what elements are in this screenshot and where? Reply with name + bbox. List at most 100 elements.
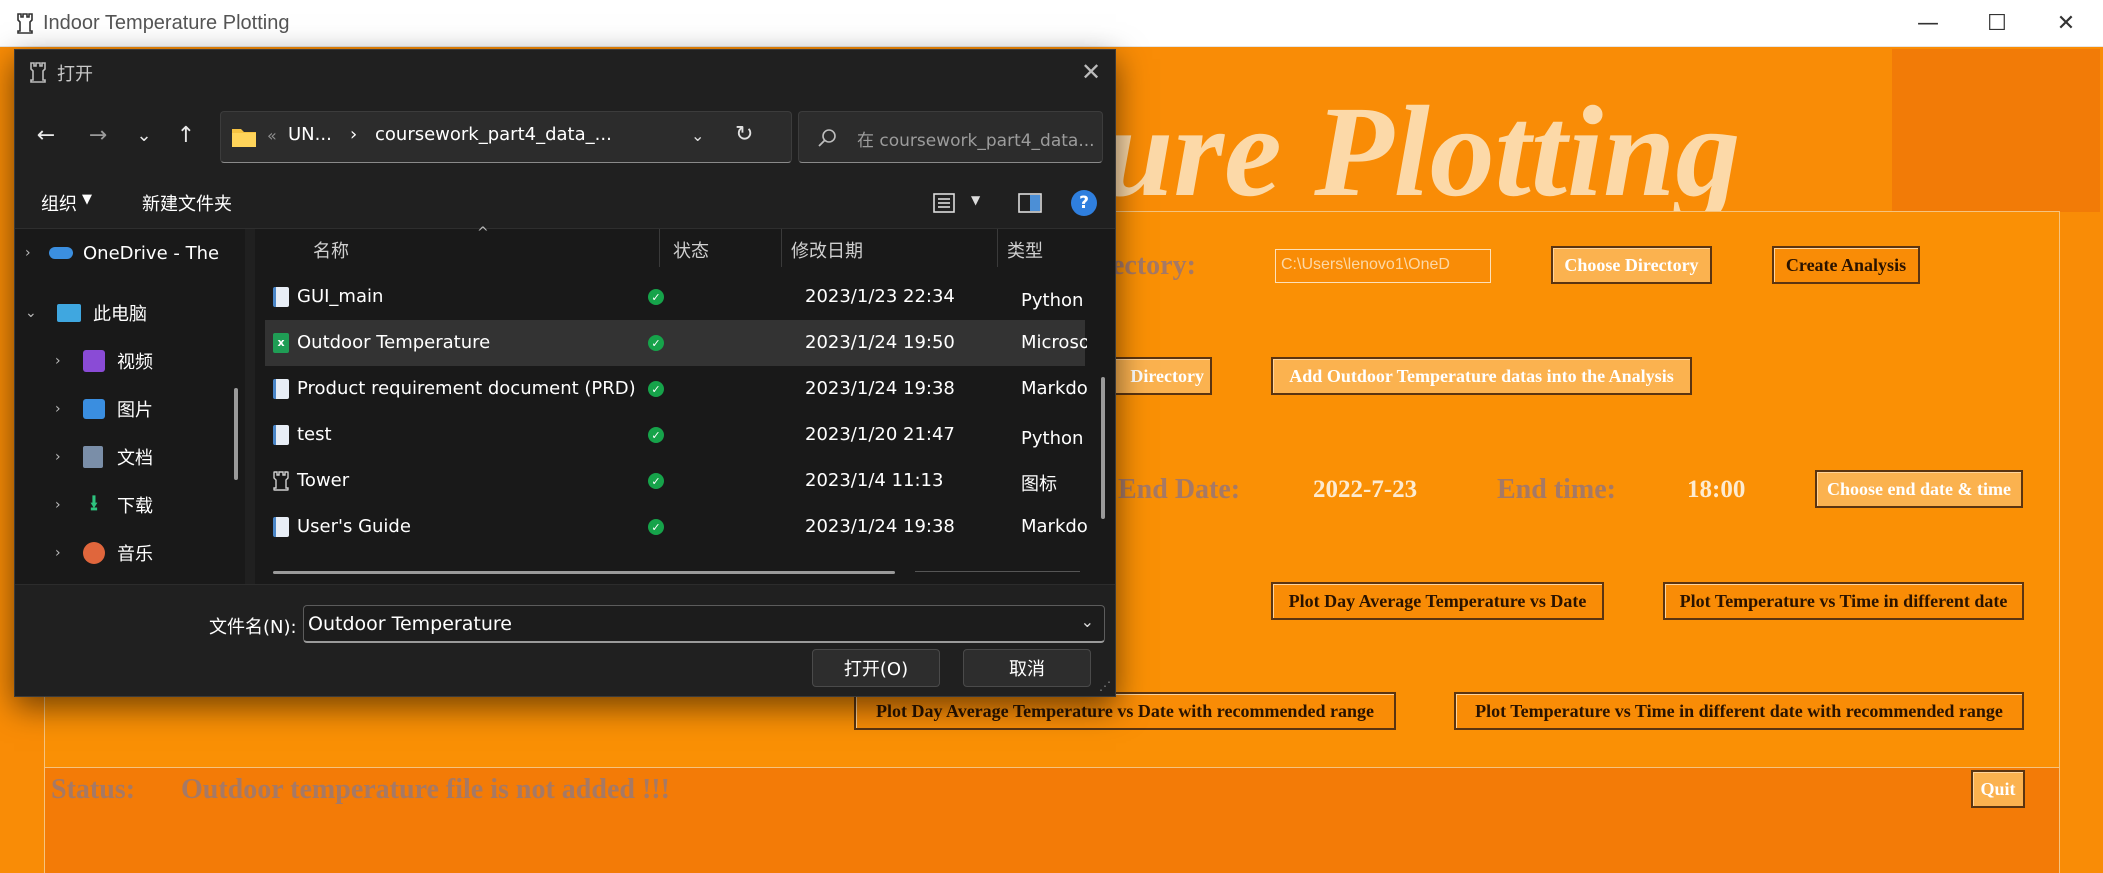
- file-row[interactable]: GUI_main ✓ 2023/1/23 22:34 Python 源: [265, 274, 1107, 320]
- dialog-navigation-bar: ← → ⌄ ↑ « UN... › coursework_part4_data_…: [15, 94, 1115, 176]
- open-file-dialog: 打开 ✕ ← → ⌄ ↑ « UN... › coursework_part4_…: [14, 49, 1116, 697]
- file-row[interactable]: Product requirement document (PRD) ✓ 202…: [265, 366, 1103, 412]
- tree-item-videos[interactable]: › 视频: [55, 344, 153, 378]
- file-type: 图标: [1021, 474, 1057, 495]
- up-arrow-icon[interactable]: ↑: [169, 118, 203, 152]
- video-icon: [83, 350, 105, 372]
- tree-item-label: 下载: [117, 496, 153, 517]
- tree-item-this-pc[interactable]: ⌄ 此电脑: [25, 296, 147, 330]
- end-date-label: End Date:: [1118, 474, 1241, 505]
- address-overflow[interactable]: «: [267, 126, 277, 145]
- refresh-icon[interactable]: ↻: [735, 122, 753, 147]
- chevron-down-icon[interactable]: ⌄: [25, 305, 57, 321]
- markdown-file-icon: [273, 379, 289, 399]
- python-file-icon: [273, 287, 289, 307]
- dialog-title: 打开: [57, 64, 93, 85]
- add-outdoor-data-button[interactable]: Add Outdoor Temperature datas into the A…: [1271, 357, 1692, 395]
- plot-day-average-range-button[interactable]: Plot Day Average Temperature vs Date wit…: [854, 692, 1396, 730]
- chevron-right-icon[interactable]: ›: [55, 401, 83, 417]
- computer-icon: [57, 304, 81, 322]
- file-row[interactable]: User's Guide ✓ 2023/1/24 19:38 Markdow: [265, 504, 1103, 550]
- maximize-button[interactable]: ☐: [1965, 0, 2029, 47]
- download-icon: ⭳: [90, 491, 98, 516]
- quit-button[interactable]: Quit: [1971, 770, 2025, 808]
- cloud-icon: [49, 247, 73, 259]
- column-header-type[interactable]: 类型: [1007, 229, 1043, 271]
- chevron-down-icon[interactable]: ▼: [82, 192, 92, 207]
- sort-ascending-icon: ^: [477, 225, 489, 241]
- sync-status-icon: ✓: [648, 519, 664, 535]
- address-bar[interactable]: « UN... › coursework_part4_data_... ⌄ ↻: [220, 111, 792, 163]
- plot-temp-time-button[interactable]: Plot Temperature vs Time in different da…: [1663, 582, 2024, 620]
- horizontal-scroll-track: [915, 571, 1080, 572]
- column-header-date[interactable]: 修改日期: [791, 229, 863, 271]
- banner-block: [1892, 49, 2100, 212]
- python-file-icon: [273, 425, 289, 445]
- chevron-down-icon[interactable]: ▼: [971, 193, 980, 207]
- cancel-button[interactable]: 取消: [963, 649, 1091, 687]
- file-row[interactable]: Tower ✓ 2023/1/4 11:13 图标: [265, 458, 1085, 504]
- horizontal-scrollbar[interactable]: [273, 571, 895, 574]
- divider[interactable]: [997, 229, 998, 267]
- chevron-right-icon[interactable]: ›: [55, 497, 83, 513]
- navigation-scrollbar[interactable]: [234, 388, 238, 480]
- tree-item-onedrive[interactable]: › OneDrive - The: [25, 236, 219, 270]
- help-icon[interactable]: ?: [1071, 190, 1097, 216]
- chevron-down-icon[interactable]: ⌄: [1081, 612, 1094, 631]
- file-row[interactable]: test ✓ 2023/1/20 21:47 Python 源: [265, 412, 1107, 458]
- tree-item-downloads[interactable]: › ⭳ 下载: [55, 488, 153, 522]
- address-segment[interactable]: UN...: [288, 124, 332, 145]
- status-message: Outdoor temperature file is not added !!…: [181, 774, 670, 805]
- tower-icon: [30, 62, 46, 83]
- create-analysis-button[interactable]: Create Analysis: [1772, 246, 1920, 284]
- open-button[interactable]: 打开(O): [812, 649, 940, 687]
- address-segment[interactable]: coursework_part4_data_...: [375, 124, 612, 145]
- organize-menu[interactable]: 组织: [41, 190, 77, 216]
- minimize-button[interactable]: —: [1896, 0, 1960, 47]
- sync-status-icon: ✓: [648, 289, 664, 305]
- dialog-footer: 文件名(N): Outdoor Temperature ⌄ 打开(O) 取消 ⋰: [15, 584, 1115, 696]
- file-date: 2023/1/4 11:13: [805, 470, 944, 491]
- filename-input[interactable]: Outdoor Temperature ⌄: [303, 605, 1105, 643]
- view-options-icon[interactable]: [933, 192, 955, 214]
- choose-directory-button[interactable]: Choose Directory: [1551, 246, 1712, 284]
- directory-label: ectory:: [1112, 250, 1196, 281]
- search-input[interactable]: 在 coursework_part4_data...: [798, 111, 1103, 163]
- plot-day-average-button[interactable]: Plot Day Average Temperature vs Date: [1271, 582, 1604, 620]
- chevron-right-icon[interactable]: ›: [55, 545, 83, 561]
- back-arrow-icon[interactable]: ←: [29, 118, 63, 152]
- tree-item-label: 音乐: [117, 544, 153, 565]
- chevron-right-icon[interactable]: ›: [25, 245, 49, 261]
- preview-pane-icon[interactable]: [1018, 193, 1042, 213]
- markdown-file-icon: [273, 517, 289, 537]
- resize-grip-icon[interactable]: ⋰: [1099, 679, 1111, 693]
- chevron-right-icon[interactable]: ›: [55, 353, 83, 369]
- end-time-value: 18:00: [1687, 476, 1746, 503]
- column-header-name[interactable]: 名称: [313, 229, 349, 271]
- file-row-selected[interactable]: x Outdoor Temperature ✓ 2023/1/24 19:50 …: [265, 320, 1103, 366]
- vertical-scrollbar[interactable]: [1101, 377, 1105, 519]
- tree-item-label: 此电脑: [93, 304, 147, 325]
- tower-icon: [17, 13, 33, 34]
- choose-end-datetime-button[interactable]: Choose end date & time: [1815, 470, 2023, 508]
- recent-locations-chevron-icon[interactable]: ⌄: [127, 118, 161, 152]
- tree-item-label: 视频: [117, 352, 153, 373]
- directory-input[interactable]: C:\Users\lenovo1\OneD: [1275, 249, 1491, 283]
- plot-temp-time-range-button[interactable]: Plot Temperature vs Time in different da…: [1454, 692, 2024, 730]
- column-header-status[interactable]: 状态: [673, 229, 709, 271]
- navigation-pane: › OneDrive - The ⌄ 此电脑 › 视频 › 图片 › 文档 › …: [15, 229, 245, 584]
- file-date: 2023/1/24 19:50: [805, 332, 955, 353]
- file-list: 名称 ^ 状态 修改日期 类型 GUI_main ✓ 2023/1/23 22:…: [255, 225, 1115, 584]
- address-dropdown-icon[interactable]: ⌄: [691, 126, 704, 145]
- new-folder-button[interactable]: 新建文件夹: [142, 190, 232, 216]
- close-icon[interactable]: ✕: [1075, 56, 1107, 88]
- tree-item-documents[interactable]: › 文档: [55, 440, 153, 474]
- chevron-right-icon[interactable]: ›: [55, 449, 83, 465]
- dialog-command-bar: 组织 ▼ 新建文件夹 ▼ ?: [15, 176, 1115, 228]
- tree-item-music[interactable]: › 音乐: [55, 536, 153, 570]
- divider[interactable]: [781, 229, 782, 267]
- close-window-button[interactable]: ✕: [2034, 0, 2098, 47]
- forward-arrow-icon[interactable]: →: [81, 118, 115, 152]
- tree-item-pictures[interactable]: › 图片: [55, 392, 153, 426]
- divider[interactable]: [659, 229, 660, 267]
